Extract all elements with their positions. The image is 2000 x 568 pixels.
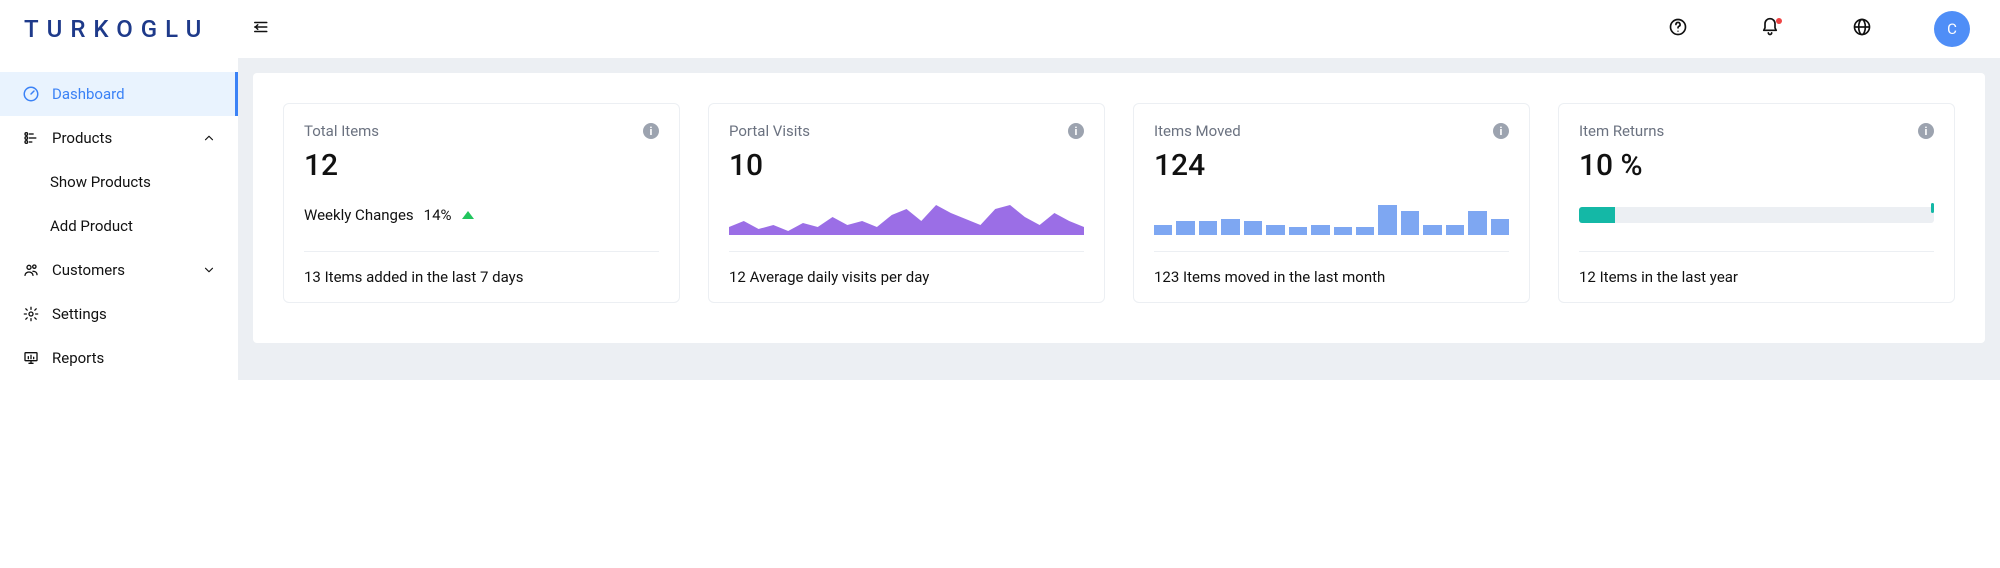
notification-badge: [1776, 18, 1782, 24]
reports-icon: [22, 349, 40, 367]
card-footer: 12 Items in the last year: [1579, 252, 1934, 286]
main-content: Total Items i 12 Weekly Changes 14% 13 I…: [238, 58, 2000, 380]
avatar[interactable]: C: [1934, 11, 1970, 47]
card-footer: 123 Items moved in the last month: [1154, 252, 1509, 286]
card-title: Portal Visits: [729, 122, 810, 140]
globe-icon: [1852, 17, 1872, 41]
dashboard-icon: [22, 85, 40, 103]
menu-collapse-icon: [251, 18, 269, 40]
info-icon[interactable]: i: [1918, 123, 1934, 139]
sidebar-item-dashboard[interactable]: Dashboard: [0, 72, 238, 116]
chevron-down-icon: [202, 263, 216, 277]
sidebar-item-label: Products: [52, 129, 202, 147]
sidebar-item-customers[interactable]: Customers: [0, 248, 238, 292]
card-value: 124: [1154, 148, 1509, 183]
weekly-changes-label: Weekly Changes: [304, 206, 414, 224]
progress-fill: [1579, 207, 1615, 223]
stats-cards: Total Items i 12 Weekly Changes 14% 13 I…: [283, 103, 1955, 303]
sidebar-sub-show-products[interactable]: Show Products: [0, 160, 238, 204]
sidebar-item-label: Settings: [52, 305, 216, 323]
help-button[interactable]: [1658, 9, 1698, 49]
card-portal-visits: Portal Visits i 10 12 Average daily visi…: [708, 103, 1105, 303]
sidebar-toggle-button[interactable]: [248, 17, 272, 41]
avatar-initial: C: [1947, 20, 1957, 38]
card-item-returns: Item Returns i 10 % 12 Items in the last…: [1558, 103, 1955, 303]
card-value: 10 %: [1579, 148, 1934, 183]
sidebar-sub-add-product[interactable]: Add Product: [0, 204, 238, 248]
info-icon[interactable]: i: [643, 123, 659, 139]
sidebar-sub-label: Add Product: [50, 217, 133, 235]
customers-icon: [22, 261, 40, 279]
card-items-moved: Items Moved i 124 123 Items moved in the…: [1133, 103, 1530, 303]
notifications-button[interactable]: [1750, 9, 1790, 49]
items-moved-sparkline: [1154, 199, 1509, 235]
sidebar: Dashboard Products Show Products Add Pro…: [0, 58, 238, 380]
sidebar-item-label: Dashboard: [52, 85, 213, 103]
card-footer: 13 Items added in the last 7 days: [304, 252, 659, 286]
language-button[interactable]: [1842, 9, 1882, 49]
dashboard-panel: Total Items i 12 Weekly Changes 14% 13 I…: [253, 73, 1985, 343]
card-title: Item Returns: [1579, 122, 1664, 140]
products-icon: [22, 129, 40, 147]
sidebar-item-label: Reports: [52, 349, 216, 367]
card-title: Total Items: [304, 122, 379, 140]
sidebar-sub-label: Show Products: [50, 173, 151, 191]
portal-visits-sparkline: [729, 199, 1084, 235]
logo[interactable]: TURKOGLU: [24, 15, 238, 43]
progress-tip: [1931, 203, 1934, 213]
info-icon[interactable]: i: [1493, 123, 1509, 139]
sidebar-item-products[interactable]: Products: [0, 116, 238, 160]
sidebar-item-reports[interactable]: Reports: [0, 336, 238, 380]
card-title: Items Moved: [1154, 122, 1241, 140]
card-footer: 12 Average daily visits per day: [729, 252, 1084, 286]
info-icon[interactable]: i: [1068, 123, 1084, 139]
card-value: 10: [729, 148, 1084, 183]
weekly-changes-pct: 14%: [424, 206, 452, 224]
card-total-items: Total Items i 12 Weekly Changes 14% 13 I…: [283, 103, 680, 303]
sidebar-item-label: Customers: [52, 261, 202, 279]
card-value: 12: [304, 148, 659, 183]
help-icon: [1668, 17, 1688, 41]
header: TURKOGLU: [0, 0, 2000, 58]
item-returns-progress: [1579, 207, 1934, 223]
sidebar-item-settings[interactable]: Settings: [0, 292, 238, 336]
trend-up-icon: [462, 211, 474, 219]
weekly-changes: Weekly Changes 14%: [304, 206, 474, 224]
gear-icon: [22, 305, 40, 323]
chevron-up-icon: [202, 131, 216, 145]
